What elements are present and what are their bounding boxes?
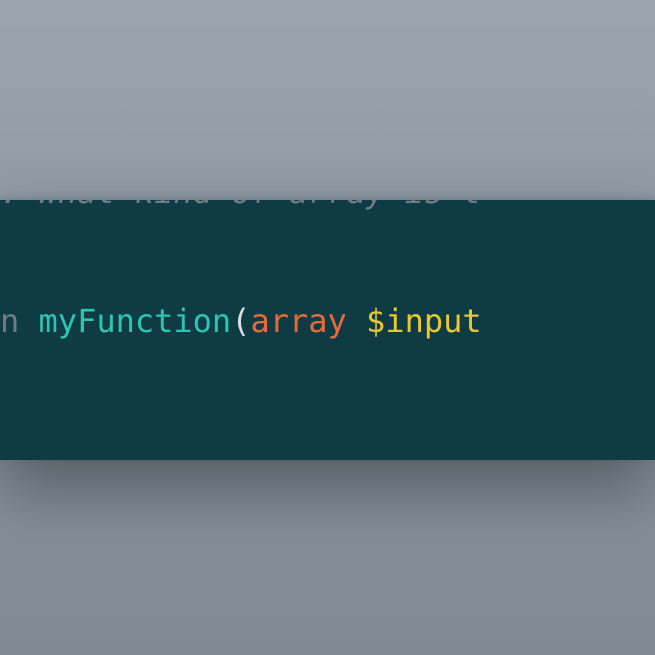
code-line-signature: n myFunction(array $input <box>0 300 655 343</box>
code-line-comment: : What kind of array is t <box>0 200 655 214</box>
comment-prefix: : <box>0 200 39 211</box>
open-paren: ( <box>231 302 250 340</box>
comment-text: What kind of array is t <box>39 200 482 211</box>
keyword-function-fragment: n <box>0 302 39 340</box>
param-variable: $input <box>366 302 482 340</box>
code-editor-panel[interactable]: : What kind of array is t n myFunction(a… <box>0 200 655 460</box>
function-name: myFunction <box>39 302 232 340</box>
code-block: : What kind of array is t n myFunction(a… <box>0 200 655 430</box>
param-type: array <box>250 302 346 340</box>
space <box>347 302 366 340</box>
